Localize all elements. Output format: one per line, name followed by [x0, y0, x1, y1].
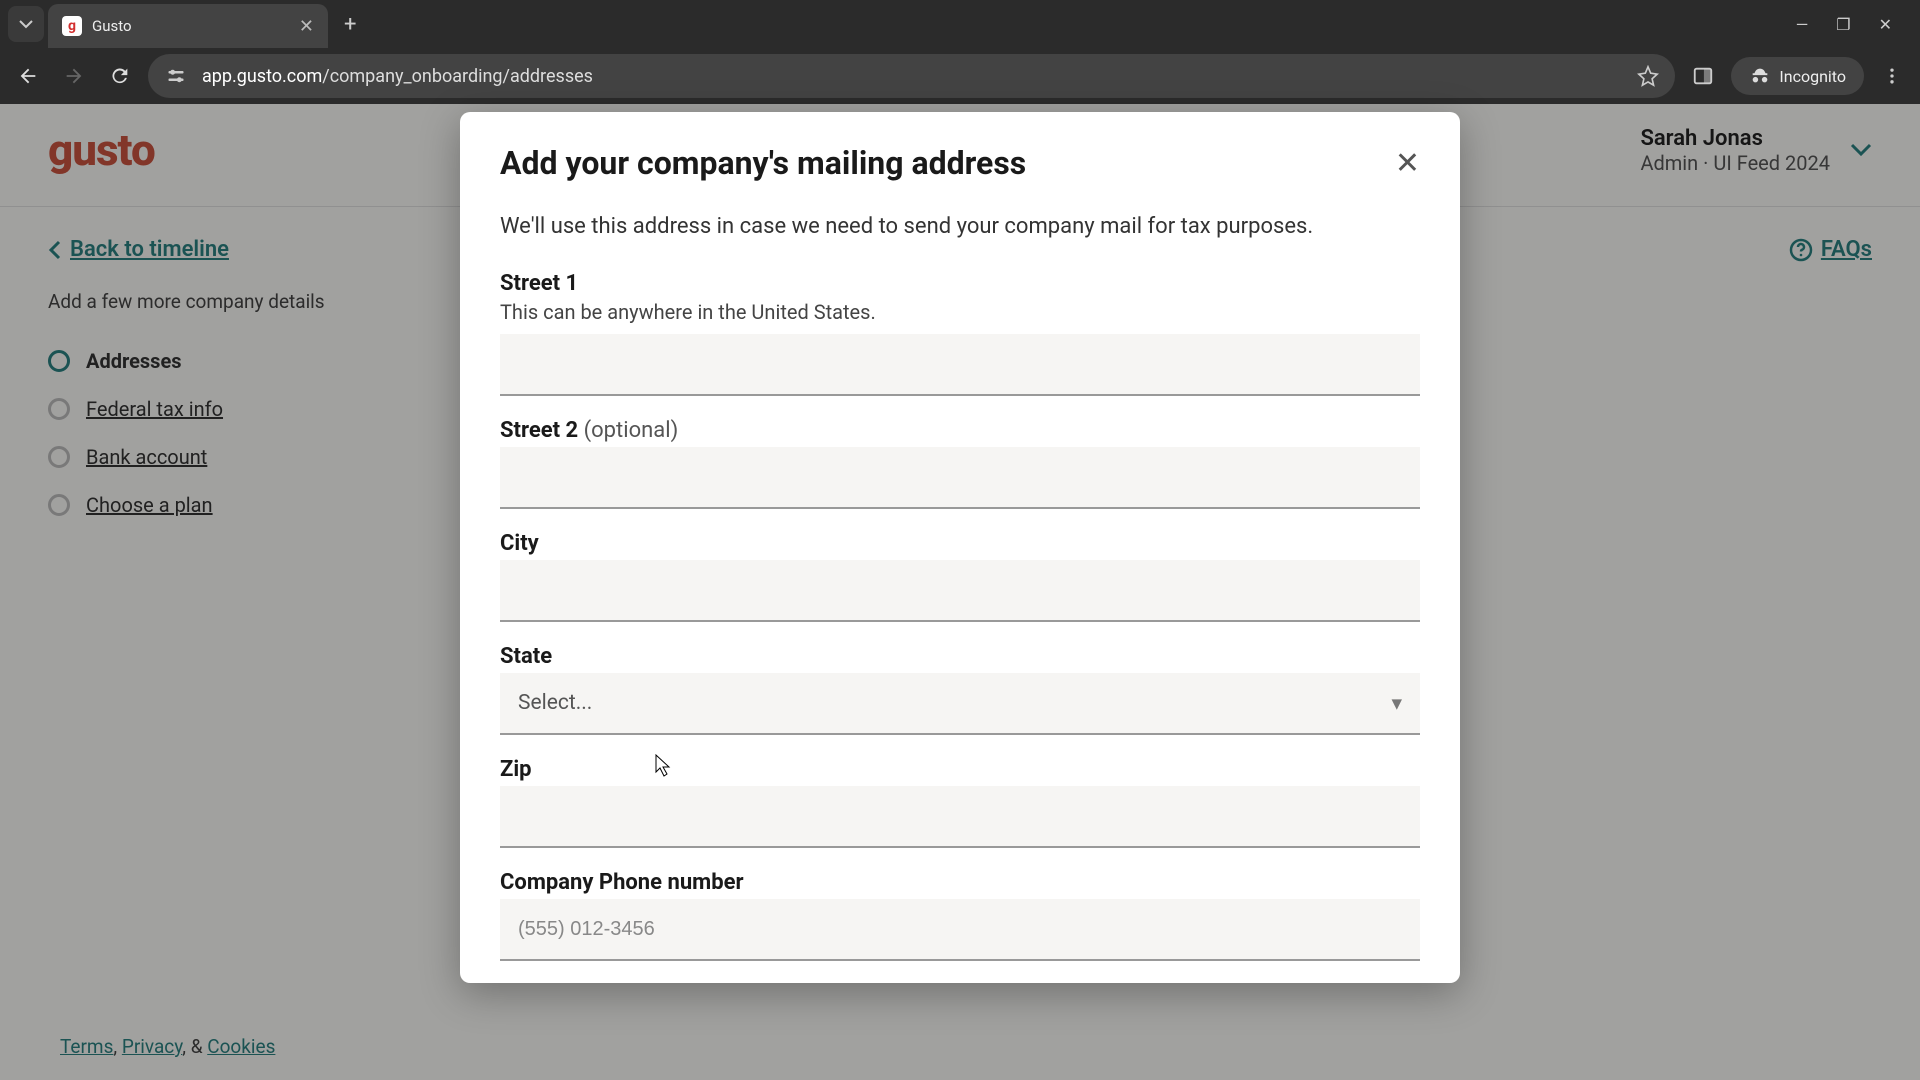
browser-tab[interactable]: g Gusto ✕ — [48, 4, 328, 48]
modal-body[interactable]: We'll use this address in case we need t… — [460, 200, 1460, 983]
window-controls: — ❐ ✕ — [1796, 15, 1912, 34]
city-input[interactable] — [500, 560, 1420, 622]
modal-description: We'll use this address in case we need t… — [500, 210, 1420, 243]
incognito-icon — [1749, 65, 1771, 87]
close-window-icon[interactable]: ✕ — [1879, 15, 1892, 34]
site-settings-icon[interactable] — [164, 64, 188, 88]
minimize-icon[interactable]: — — [1796, 15, 1809, 34]
address-bar[interactable]: app.gusto.com/company_onboarding/address… — [148, 54, 1675, 98]
field-zip: Zip — [500, 757, 1420, 848]
browser-menu-icon[interactable] — [1874, 58, 1910, 94]
modal-close-button[interactable]: ✕ — [1395, 146, 1420, 181]
state-label: State — [500, 644, 1420, 669]
tabs-dropdown-button[interactable] — [8, 6, 44, 42]
side-panel-icon[interactable] — [1685, 58, 1721, 94]
state-select[interactable]: Select... ▾ — [500, 673, 1420, 735]
forward-button[interactable] — [56, 58, 92, 94]
caret-down-icon: ▾ — [1391, 691, 1402, 716]
field-street1: Street 1 This can be anywhere in the Uni… — [500, 271, 1420, 396]
field-phone: Company Phone number — [500, 870, 1420, 961]
phone-label: Company Phone number — [500, 870, 1420, 895]
city-label: City — [500, 531, 1420, 556]
phone-input[interactable] — [500, 899, 1420, 961]
zip-input[interactable] — [500, 786, 1420, 848]
reload-button[interactable] — [102, 58, 138, 94]
field-street2: Street 2 (optional) — [500, 418, 1420, 509]
page: gusto Sarah Jonas Admin · UI Feed 2024 B… — [0, 104, 1920, 1080]
incognito-label: Incognito — [1779, 67, 1846, 86]
tab-favicon: g — [62, 16, 82, 36]
browser-chrome: g Gusto ✕ + — ❐ ✕ app.gusto.com/company_… — [0, 0, 1920, 104]
modal-title: Add your company's mailing address — [500, 144, 1026, 182]
state-select-placeholder: Select... — [518, 691, 592, 715]
street1-label: Street 1 — [500, 271, 1420, 296]
mailing-address-modal: Add your company's mailing address ✕ We'… — [460, 112, 1460, 983]
street1-input[interactable] — [500, 334, 1420, 396]
tab-bar: g Gusto ✕ + — ❐ ✕ — [0, 0, 1920, 48]
back-button[interactable] — [10, 58, 46, 94]
tab-title: Gusto — [92, 17, 289, 35]
new-tab-button[interactable]: + — [332, 12, 368, 37]
street1-help: This can be anywhere in the United State… — [500, 300, 1420, 324]
street2-input[interactable] — [500, 447, 1420, 509]
incognito-badge[interactable]: Incognito — [1731, 57, 1864, 95]
url-text: app.gusto.com/company_onboarding/address… — [202, 66, 1623, 87]
field-city: City — [500, 531, 1420, 622]
field-state: State Select... ▾ — [500, 644, 1420, 735]
zip-label: Zip — [500, 757, 1420, 782]
street2-label: Street 2 (optional) — [500, 418, 1420, 443]
maximize-icon[interactable]: ❐ — [1836, 15, 1850, 34]
modal-header: Add your company's mailing address ✕ — [460, 112, 1460, 200]
tab-close-icon[interactable]: ✕ — [299, 16, 314, 37]
address-bar-row: app.gusto.com/company_onboarding/address… — [0, 48, 1920, 104]
bookmark-star-icon[interactable] — [1637, 65, 1659, 87]
